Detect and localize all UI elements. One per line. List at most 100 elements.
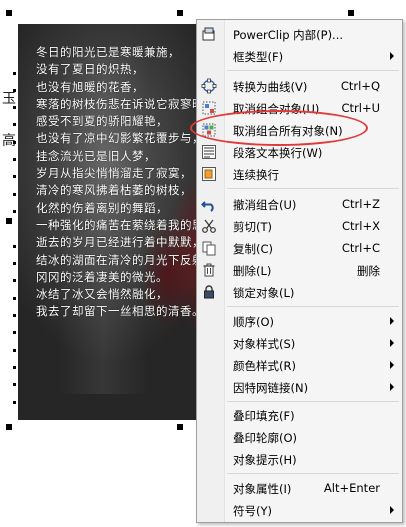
text-node[interactable] [13, 297, 16, 300]
menu-item-label: 符号(Y) [233, 504, 272, 518]
poem-text-block[interactable]: 冬日的阳光已是寒暖兼施， 没有了夏日的炽热， 也没有旭暖的花香， 寒落的树枝伤悲… [18, 44, 228, 321]
text-node[interactable] [13, 175, 16, 178]
menu-item-object-hints[interactable]: 对象提示(H) [197, 448, 402, 470]
poem-line: 清冷的寒风拂着枯萎的树枝， [36, 183, 192, 198]
delete-icon [203, 263, 215, 277]
text-wrap-icon [202, 145, 216, 159]
menu-item-shortcut: Ctrl+C [341, 241, 380, 255]
menu-item-shortcut: Alt+Enter [323, 481, 380, 495]
menu-item-label: PowerClip 内部(P)... [233, 28, 344, 42]
menu-item-color-styles[interactable]: 颜色样式(R) [197, 354, 402, 376]
menu-item-delete[interactable]: 删除(L) 删除 [197, 259, 402, 281]
menu-item-frame-type[interactable]: 框类型(F) [197, 45, 402, 67]
selection-handle[interactable] [6, 424, 12, 430]
menu-item-label: 颜色样式(R) [233, 359, 296, 373]
text-node[interactable] [13, 314, 16, 317]
text-node[interactable] [13, 210, 16, 213]
selection-handle[interactable] [6, 10, 12, 16]
poem-line: 结冰的湖面在清冷的月光下反射， [36, 252, 216, 267]
menu-item-cut[interactable]: 剪切(T) Ctrl+X [197, 215, 402, 237]
text-node[interactable] [13, 158, 16, 161]
poem-line: 挂念流光已是旧人梦， [36, 148, 156, 163]
menu-item-label: 连续换行 [233, 168, 279, 182]
menu-item-label: 锁定对象(L) [233, 286, 295, 300]
text-node[interactable] [13, 141, 16, 144]
menu-separator [227, 306, 399, 307]
menu-item-shortcut: 删除 [357, 264, 380, 278]
poem-line: 没有了夏日的炽热， [36, 62, 144, 77]
submenu-arrow-icon [390, 317, 394, 325]
menu-item-label: 撤消组合(U) [233, 198, 297, 212]
text-node[interactable] [13, 262, 16, 265]
menu-item-label: 剪切(T) [233, 220, 272, 234]
menu-separator [227, 188, 399, 189]
selection-handle[interactable] [348, 10, 354, 16]
menu-item-overprint-fill[interactable]: 叠印填充(F) [197, 404, 402, 426]
menu-item-label: 对象提示(H) [233, 453, 297, 467]
menu-item-convert-to-curves[interactable]: 转换为曲线(V) Ctrl+Q [197, 75, 402, 97]
submenu-arrow-icon [390, 339, 394, 347]
text-node[interactable] [13, 89, 16, 92]
poem-line: 也没有旭暖的花香， [36, 79, 144, 94]
cut-icon [202, 219, 216, 233]
menu-item-label: 对象样式(S) [233, 337, 296, 351]
submenu-arrow-icon [390, 361, 394, 369]
lock-icon [204, 285, 214, 299]
menu-item-internet-link[interactable]: 因特网链接(N) [197, 376, 402, 398]
menu-item-powerclip-inside[interactable]: PowerClip 内部(P)... [197, 23, 402, 45]
menu-item-label: 叠印填充(F) [233, 409, 295, 423]
context-menu: PowerClip 内部(P)... 框类型(F) 转换为曲线(V) Ctrl+… [196, 19, 403, 523]
continuous-wrap-icon [202, 167, 216, 181]
poem-line: 我去了却留下一丝相思的清香。 [36, 304, 204, 319]
copy-icon [202, 241, 216, 256]
text-node[interactable] [13, 106, 16, 109]
menu-item-label: 删除(L) [233, 264, 272, 278]
menu-item-symbol[interactable]: 符号(Y) [197, 499, 402, 521]
menu-item-copy[interactable]: 复制(C) Ctrl+C [197, 237, 402, 259]
menu-item-shortcut: Ctrl+U [341, 101, 380, 115]
text-node[interactable] [13, 123, 16, 126]
menu-item-overprint-outline[interactable]: 叠印轮廓(O) [197, 426, 402, 448]
text-node[interactable] [13, 72, 16, 75]
submenu-arrow-icon [390, 506, 394, 514]
text-node[interactable] [13, 279, 16, 282]
poem-line: 感受不到夏的骄阳耀艳， [36, 114, 168, 129]
menu-item-shortcut: Ctrl+Z [342, 197, 380, 211]
submenu-arrow-icon [390, 52, 394, 60]
poem-line: 寒落的树枝伤悲在诉说它寂寥时光， [36, 96, 228, 111]
text-node[interactable] [13, 193, 16, 196]
menu-item-object-styles[interactable]: 对象样式(S) [197, 332, 402, 354]
powerclip-icon [202, 27, 215, 41]
menu-item-label: 转换为曲线(V) [233, 80, 308, 94]
submenu-arrow-icon [390, 383, 394, 391]
side-character: 高 [2, 133, 16, 149]
text-node[interactable] [13, 331, 16, 334]
menu-item-label: 对象属性(I) [233, 482, 292, 496]
undo-icon [201, 201, 214, 212]
menu-item-shortcut: Ctrl+X [342, 219, 380, 233]
poem-line: 冰结了冰又会悄然融化， [36, 287, 168, 302]
convert-to-curves-icon [201, 78, 217, 94]
text-node[interactable] [13, 401, 16, 404]
text-node[interactable] [13, 245, 16, 248]
selection-handle[interactable] [177, 10, 183, 16]
menu-item-label: 顺序(O) [233, 315, 275, 329]
menu-item-lock-object[interactable]: 锁定对象(L) [197, 281, 402, 303]
annotation-highlight-ellipse [190, 110, 368, 146]
menu-item-continuous-wrap[interactable]: 连续换行 [197, 163, 402, 185]
menu-item-undo-group[interactable]: 撤消组合(U) Ctrl+Z [197, 193, 402, 215]
menu-item-shortcut: Ctrl+Q [340, 79, 380, 93]
poem-line: 逝去的岁月已经进行着中默默， [36, 235, 204, 250]
poem-line: 一种强化的痛苦在萦绕着我的思绪， [36, 217, 228, 232]
menu-item-label: 框类型(F) [233, 50, 284, 64]
menu-item-order[interactable]: 顺序(O) [197, 310, 402, 332]
menu-item-label: 复制(C) [233, 242, 274, 256]
text-node[interactable] [13, 383, 16, 386]
menu-item-object-properties[interactable]: 对象属性(I) Alt+Enter [197, 477, 402, 499]
selection-handle[interactable] [177, 424, 183, 430]
poem-line: 也没有了凉中幻影繁花覆步与， [36, 131, 204, 146]
text-node[interactable] [13, 349, 16, 352]
poem-line: 岁月从指尖悄悄溜走了寂寞， [36, 166, 192, 181]
selection-handle[interactable] [6, 218, 12, 224]
text-node[interactable] [13, 366, 16, 369]
